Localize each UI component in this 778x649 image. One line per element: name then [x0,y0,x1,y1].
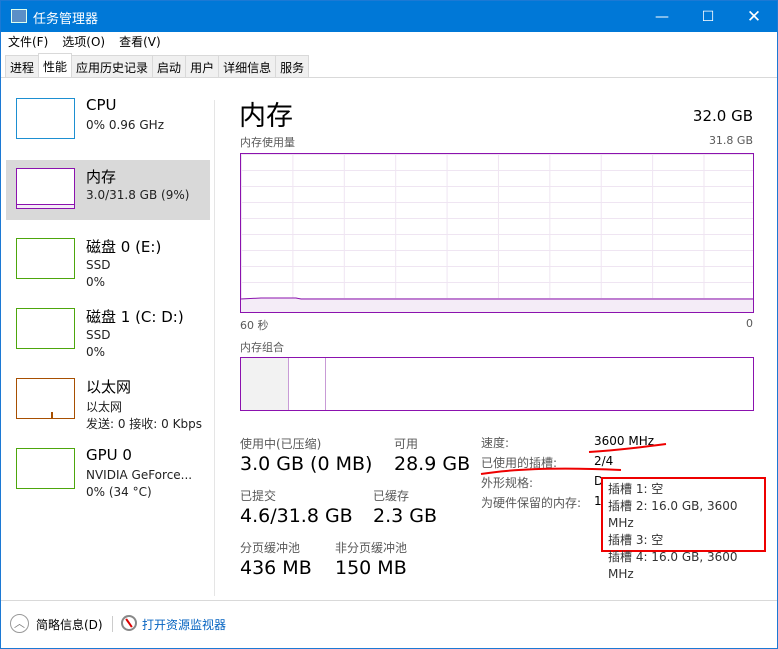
reserved-label: 为硬件保留的内存: [481,496,582,510]
usage-max: 31.8 GB [708,134,753,147]
sidebar-item-title: 内存 [86,168,117,186]
divider [214,100,215,596]
tab-users[interactable]: 用户 [185,55,220,78]
in-use-value: 3.0 GB (0 MB) [240,453,373,475]
tooltip-slot-2: 插槽 2: 16.0 GB, 3600 MHz [608,499,738,530]
sidebar-item-5[interactable]: GPU 0 NVIDIA GeForce... 0% (34 °C) [6,440,210,500]
sidebar-item-detail: 3.0/31.8 GB (9%) [86,188,190,202]
thumbnail-graph [16,168,75,209]
tab-services[interactable]: 服务 [275,55,310,78]
tooltip-slot-3: 插槽 3: 空 [608,533,664,547]
task-manager-icon [11,9,27,23]
resource-monitor-icon [121,615,137,631]
sidebar-item-detail: 0% [86,345,106,359]
window-title: 任务管理器 [33,12,99,27]
committed-value: 4.6/31.8 GB [240,505,353,527]
footer: ︿ 简略信息(D) 打开资源监视器 [1,609,777,639]
usage-area [241,298,753,312]
composition-label: 内存组合 [240,341,284,354]
sidebar-item-title: CPU [86,96,117,114]
tab-details[interactable]: 详细信息 [218,55,277,78]
page-title: 内存 [239,101,293,132]
thumbnail-graph [16,98,75,139]
title-bar: 任务管理器 — ☐ ✕ [1,1,777,32]
sidebar-item-title: 以太网 [86,378,132,396]
sidebar-item-title: 磁盘 0 (E:) [86,238,162,256]
menu-file[interactable]: 文件(F) [1,33,55,51]
menu-view[interactable]: 查看(V) [112,33,168,51]
sidebar-item-detail: 以太网 [86,400,123,414]
available-value: 28.9 GB [394,453,471,475]
nonpaged-pool-value: 150 MB [335,557,407,579]
sidebar-item-detail: SSD [86,328,111,342]
tab-startup[interactable]: 启动 [152,55,187,78]
fewer-details-button[interactable]: 简略信息(D) [36,616,103,633]
sidebar-item-title: GPU 0 [86,446,132,464]
thumbnail-graph [16,308,75,349]
usage-line [241,297,753,300]
sidebar-item-detail: 0% 0.96 GHz [86,118,165,132]
tooltip-slot-1: 插槽 1: 空 [608,482,664,496]
sidebar-item-3[interactable]: 磁盘 1 (C: D:) SSD 0% [6,300,210,360]
menu-bar: 文件(F) 选项(O) 查看(V) [1,33,168,51]
time-axis-right: 0 [746,317,753,330]
task-manager-window: 任务管理器 — ☐ ✕ 文件(F) 选项(O) 查看(V) 进程 性能 应用历史… [0,0,778,649]
menu-options[interactable]: 选项(O) [55,33,112,51]
chevron-up-icon[interactable]: ︿ [10,614,29,633]
tab-performance[interactable]: 性能 [38,53,73,78]
tab-bar: 进程 性能 应用历史记录 启动 用户 详细信息 服务 [5,53,310,78]
sidebar-item-4[interactable]: 以太网 以太网 发送: 0 接收: 0 Kbps [6,370,210,431]
committed-label: 已提交 [240,489,277,503]
paged-pool-label: 分页缓冲池 [240,541,301,555]
minimize-button[interactable]: — [639,1,685,32]
tab-processes[interactable]: 进程 [5,55,40,78]
slots-tooltip: 插槽 1: 空 插槽 2: 16.0 GB, 3600 MHz 插槽 3: 空 … [601,477,766,581]
cached-label: 已缓存 [373,489,410,503]
nonpaged-pool-label: 非分页缓冲池 [335,541,408,555]
sidebar-item-title: 磁盘 1 (C: D:) [86,308,184,326]
sidebar-item-detail: SSD [86,258,111,272]
usage-label: 内存使用量 [240,136,295,149]
red-annotation-underlines [480,443,667,475]
tooltip-slot-4: 插槽 4: 16.0 GB, 3600 MHz [608,550,738,581]
paged-pool-value: 436 MB [240,557,312,579]
divider [112,616,113,632]
in-use-label: 使用中(已压缩) [240,437,322,451]
memory-usage-chart [240,153,754,313]
sidebar-item-0[interactable]: CPU 0% 0.96 GHz [6,90,210,150]
sidebar-item-detail: 0% (34 °C) [86,485,152,499]
in-use-segment[interactable] [241,358,290,410]
sidebar-item-detail: 0% [86,275,106,289]
sidebar-item-detail: 发送: 0 接收: 0 Kbps [86,417,202,431]
tab-app-history[interactable]: 应用历史记录 [71,55,154,78]
thumbnail-graph [16,238,75,279]
open-resource-monitor-link[interactable]: 打开资源监视器 [142,616,226,633]
thumbnail-graph [16,448,75,489]
cached-value: 2.3 GB [373,505,438,527]
thumbnail-graph [16,378,75,419]
available-label: 可用 [394,437,419,451]
memory-composition-bar [240,357,754,411]
close-button[interactable]: ✕ [731,1,777,32]
sidebar-item-detail: NVIDIA GeForce... [86,468,193,482]
time-axis-left: 60 秒 [240,319,269,332]
total-memory: 32.0 GB [692,107,753,125]
sidebar-item-1[interactable]: 内存 3.0/31.8 GB (9%) [6,160,210,220]
sidebar-item-2[interactable]: 磁盘 0 (E:) SSD 0% [6,230,210,290]
maximize-button[interactable]: ☐ [685,1,731,32]
modified-segment[interactable] [325,358,326,410]
